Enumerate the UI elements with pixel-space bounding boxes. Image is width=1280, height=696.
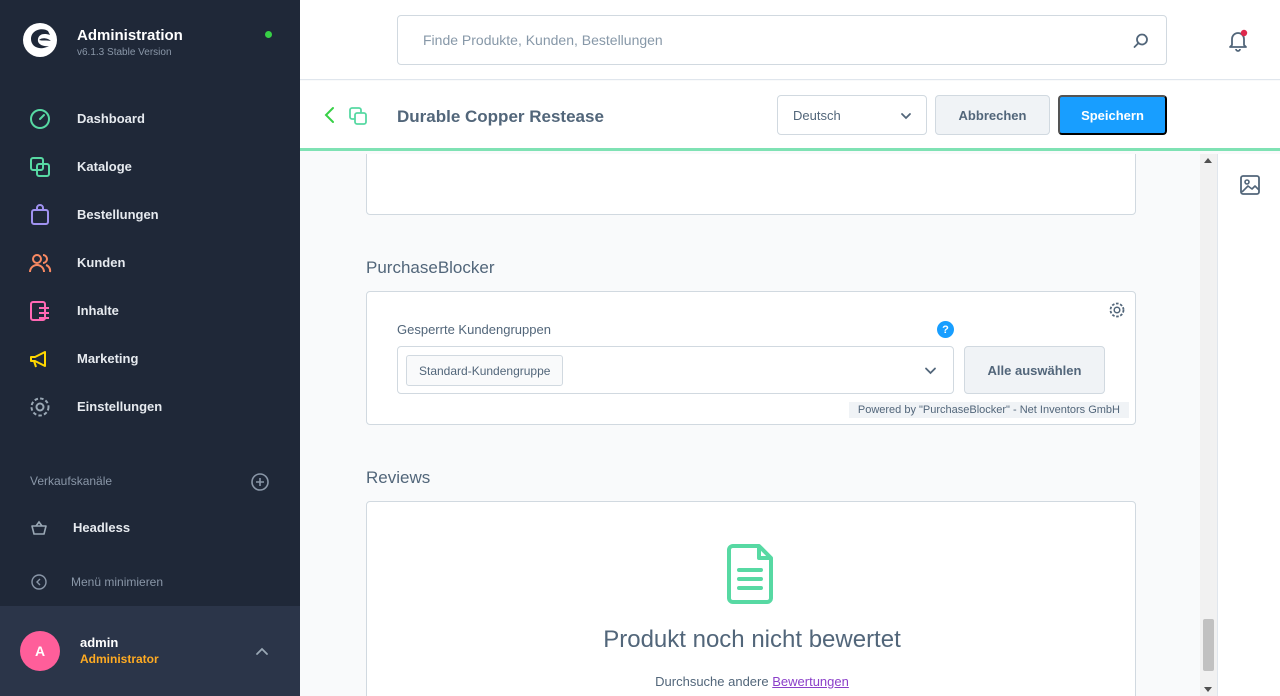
reviews-card: Produkt noch nicht bewertet Durchsuche a… [366, 501, 1136, 696]
minimize-label: Menü minimieren [71, 575, 164, 589]
user-role: Administrator [80, 652, 159, 666]
nav-label: Bestellungen [77, 207, 159, 222]
customer-groups-multiselect[interactable]: Standard-Kundengruppe [397, 346, 954, 394]
admin-sidebar: Administration v6.1.3 Stable Version Das… [0, 0, 300, 696]
top-header [300, 0, 1280, 80]
nav-label: Kunden [77, 255, 126, 270]
smart-bar: Durable Copper Restease Deutsch Abbreche… [300, 81, 1280, 151]
chevron-left-circle-icon [31, 574, 47, 590]
nav-item-catalogs[interactable]: Kataloge [0, 147, 300, 187]
page-title: Durable Copper Restease [397, 107, 604, 126]
purchase-blocker-card: Gesperrte Kundengruppen ? Standard-Kunde… [366, 291, 1136, 425]
search-input[interactable] [398, 16, 1118, 64]
select-all-button[interactable]: Alle auswählen [964, 346, 1105, 394]
language-select[interactable]: Deutsch [777, 95, 927, 135]
nav-label: Kataloge [77, 159, 132, 174]
purchase-blocker-title: PurchaseBlocker [366, 258, 495, 277]
chevron-down-icon [901, 113, 911, 120]
online-status-indicator [265, 31, 272, 38]
sales-channels-heading: Verkaufskanäle [30, 474, 113, 488]
search-icon[interactable] [1132, 32, 1150, 50]
minimize-menu-button[interactable]: Menü minimieren [0, 570, 300, 596]
nav-label: Inhalte [77, 303, 119, 318]
brand-title: Administration [77, 27, 183, 44]
sales-channel-headless[interactable]: Headless [0, 510, 300, 544]
nav-label: Dashboard [77, 111, 145, 126]
add-sales-channel-icon[interactable] [250, 472, 270, 492]
user-name: admin [80, 635, 119, 650]
previous-card [366, 154, 1136, 215]
scroll-up-arrow-icon[interactable] [1204, 158, 1212, 163]
scroll-down-arrow-icon[interactable] [1204, 687, 1212, 692]
basket-icon [31, 520, 47, 535]
dashboard-icon [30, 109, 50, 129]
product-detail-content: PurchaseBlocker Gesperrte Kundengruppen … [300, 154, 1200, 696]
empty-state-prefix: Durchsuche andere [655, 674, 769, 689]
cancel-button[interactable]: Abbrechen [935, 95, 1050, 135]
content-icon [30, 301, 49, 321]
save-button[interactable]: Speichern [1058, 95, 1167, 135]
sales-channel-label: Headless [73, 520, 131, 535]
nav-item-settings[interactable]: Einstellungen [0, 387, 300, 427]
orders-icon [31, 204, 49, 225]
content-scrollbar[interactable] [1200, 154, 1217, 696]
brand-header: Administration v6.1.3 Stable Version [0, 0, 300, 80]
blocked-customer-groups-label: Gesperrte Kundengruppen [397, 322, 551, 337]
empty-state-subtitle: Durchsuche andere Bewertungen [367, 674, 1137, 689]
nav-label: Einstellungen [77, 399, 163, 414]
help-icon[interactable]: ? [937, 321, 954, 338]
nav-item-orders[interactable]: Bestellungen [0, 195, 300, 235]
empty-state-title: Produkt noch nicht bewertet [603, 626, 901, 653]
chevron-down-icon[interactable] [924, 364, 937, 377]
sidebar-right [1217, 154, 1280, 696]
nav-item-marketing[interactable]: Marketing [0, 339, 300, 379]
language-select-value: Deutsch [793, 108, 841, 123]
catalog-icon [30, 157, 50, 177]
document-icon [727, 544, 773, 604]
avatar: A [20, 631, 60, 671]
scrollbar-thumb[interactable] [1203, 619, 1214, 671]
settings-icon [30, 397, 50, 417]
product-variant-icon [349, 107, 367, 125]
user-panel[interactable]: A admin Administrator [0, 606, 300, 696]
brand-version: v6.1.3 Stable Version [77, 47, 172, 58]
nav-item-customers[interactable]: Kunden [0, 243, 300, 283]
gear-icon[interactable] [1108, 301, 1126, 319]
chevron-up-icon[interactable] [254, 644, 270, 660]
reviews-title: Reviews [366, 468, 431, 487]
powered-by-note: Powered by "PurchaseBlocker" - Net Inven… [848, 402, 1129, 418]
nav-label: Marketing [77, 351, 139, 366]
selected-customer-group-tag[interactable]: Standard-Kundengruppe [406, 355, 564, 386]
nav-item-content[interactable]: Inhalte [0, 291, 300, 331]
image-icon[interactable] [1239, 174, 1261, 196]
reviews-link[interactable]: Bewertungen [772, 674, 849, 689]
shopware-logo-icon[interactable] [22, 22, 58, 58]
marketing-icon [30, 351, 46, 368]
notification-bell-icon[interactable] [1226, 28, 1250, 52]
nav-item-dashboard[interactable]: Dashboard [0, 99, 300, 139]
back-chevron-icon[interactable] [322, 106, 336, 124]
global-search [397, 15, 1167, 65]
customers-icon [29, 254, 52, 273]
